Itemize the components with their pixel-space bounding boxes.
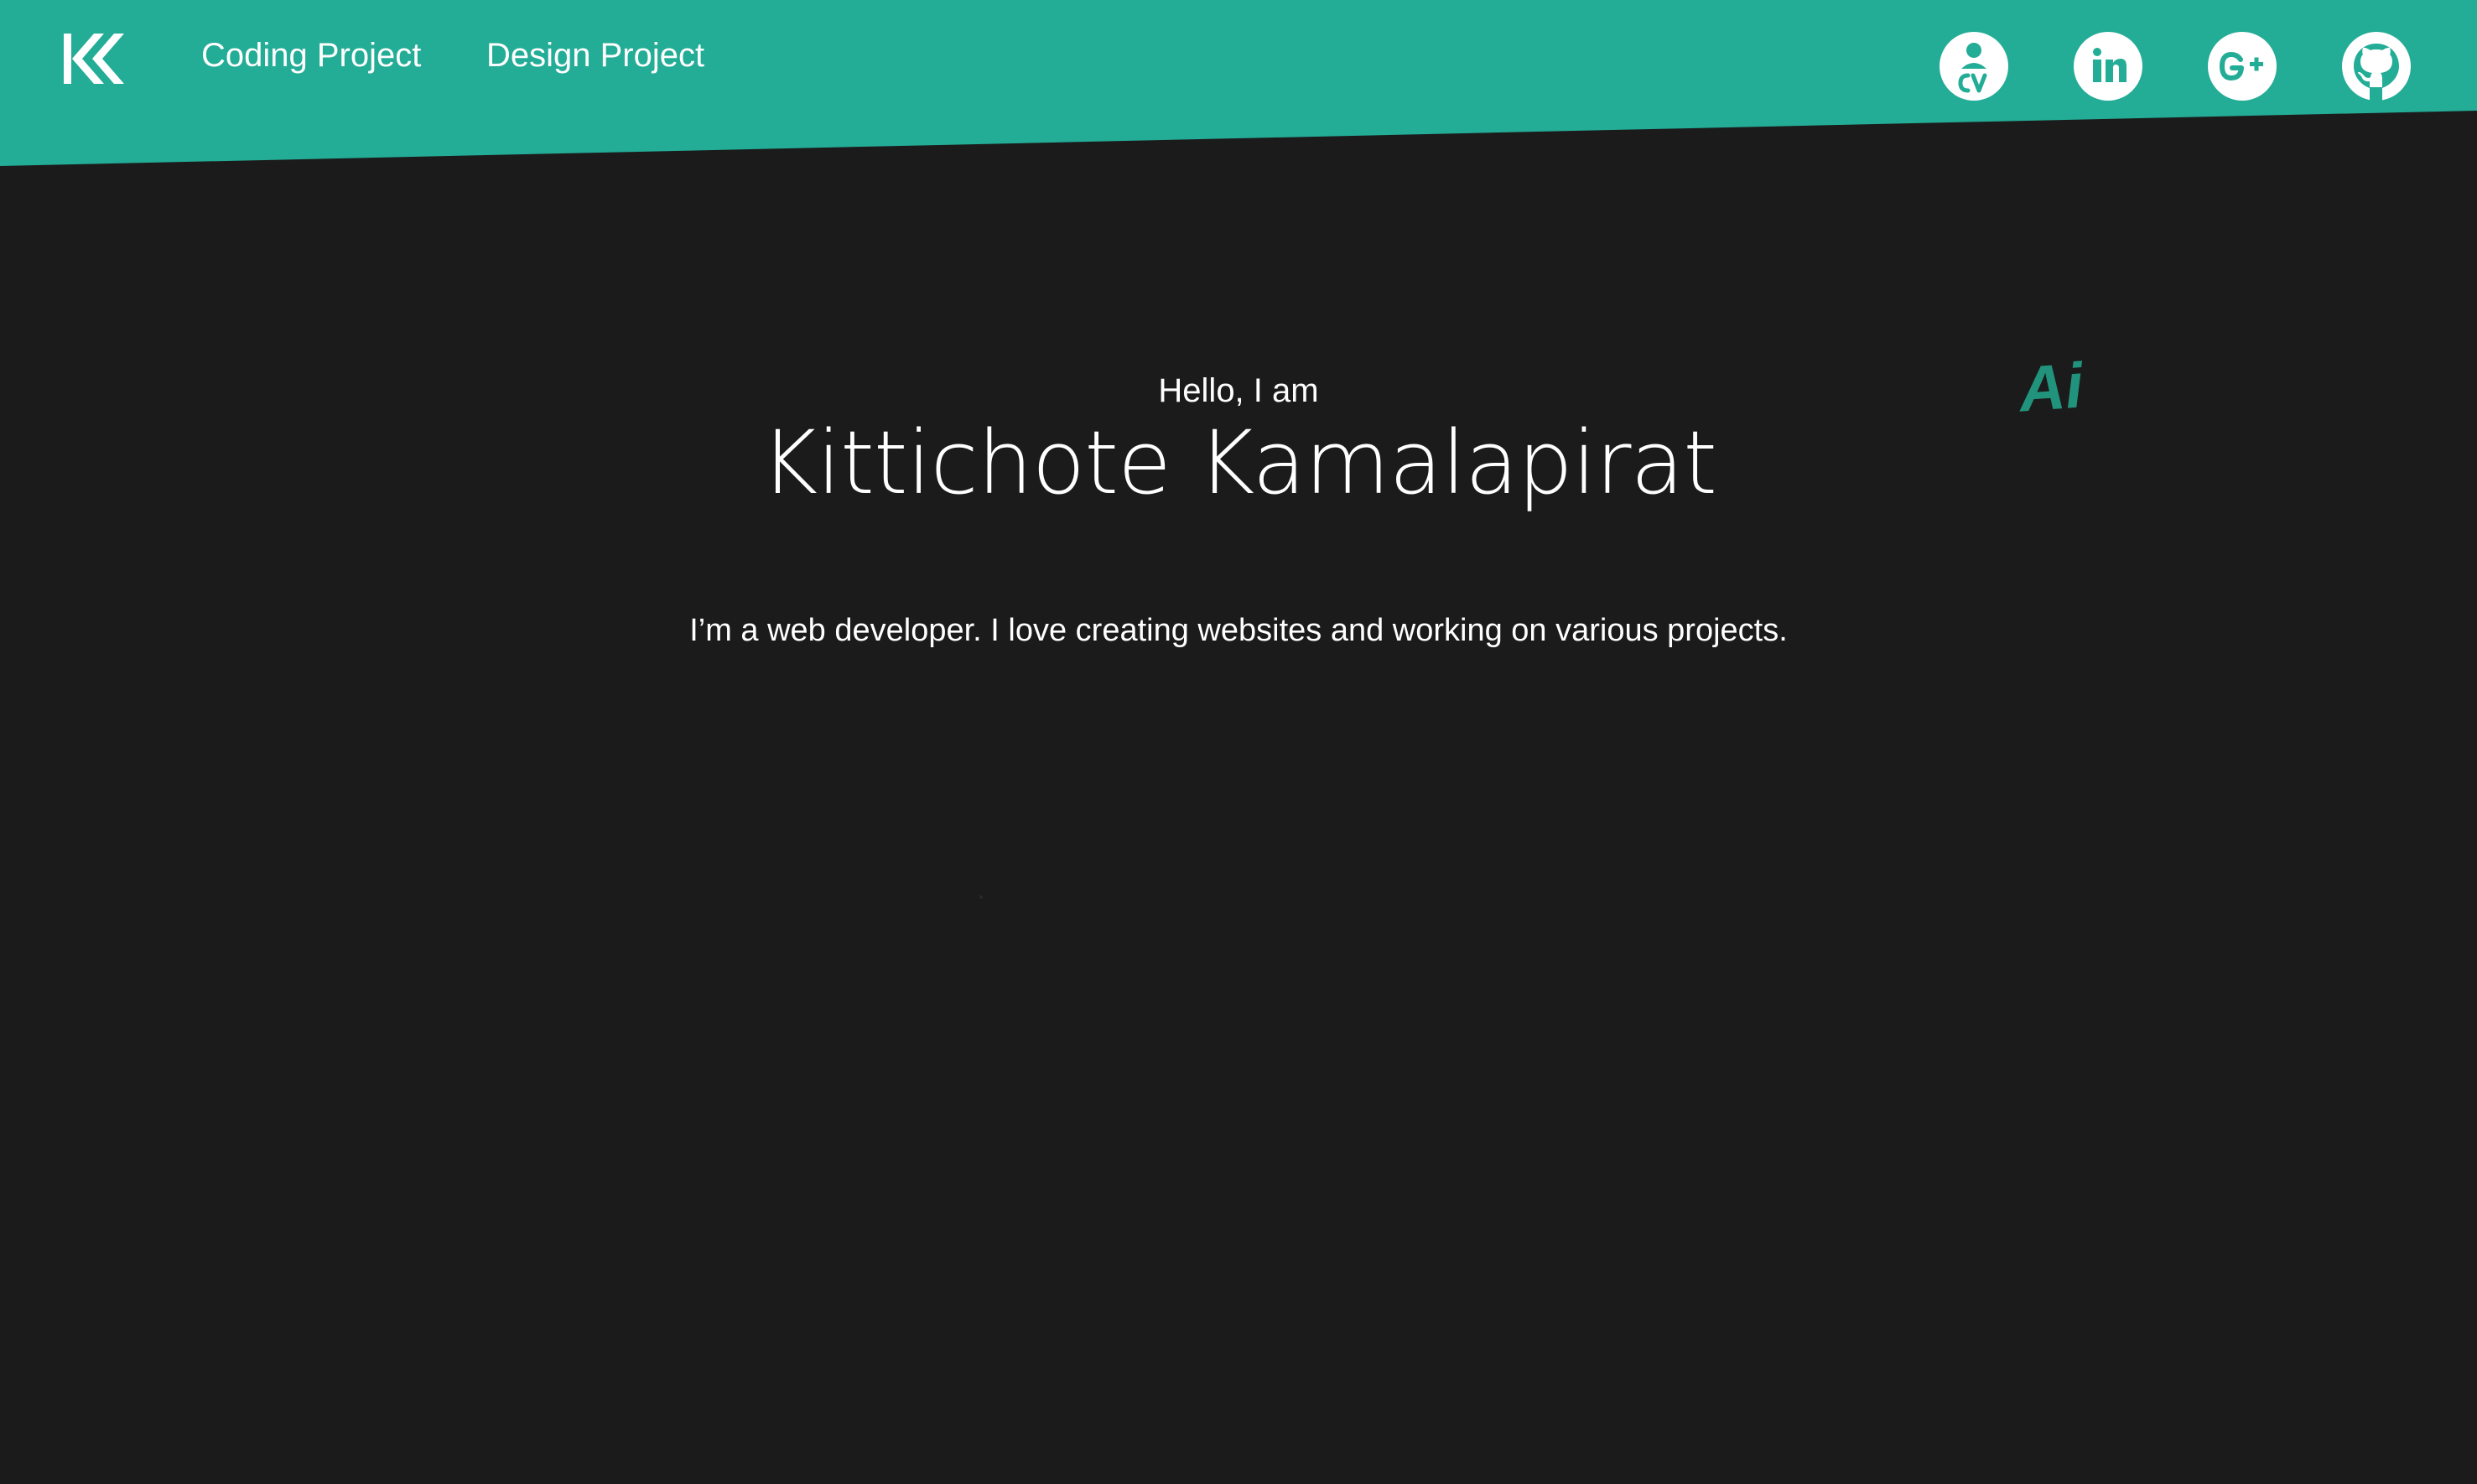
nav-design-project[interactable]: Design Project: [486, 32, 704, 79]
hero-greeting: Hello, I am: [1158, 372, 1319, 409]
top-nav: Coding Project Design Project: [0, 0, 2477, 109]
cv-link[interactable]: [1940, 32, 2008, 101]
cv-icon: [1958, 43, 1987, 93]
github-link[interactable]: [2342, 32, 2411, 101]
nav-coding-project[interactable]: Coding Project: [201, 32, 421, 79]
hero-tagline: I’m a web developer. I love creating web…: [689, 613, 1788, 648]
linkedin-link[interactable]: [2074, 32, 2142, 101]
linkedin-icon: [2093, 48, 2126, 82]
floating-ai-mark: Ai: [2017, 350, 2085, 426]
hero-name: Kittichote Kamalapirat: [760, 412, 1717, 514]
google-plus-link[interactable]: [2208, 32, 2277, 101]
github-icon: [2354, 44, 2399, 101]
google-plus-icon: [2220, 52, 2263, 80]
decorative-dot: [979, 895, 983, 899]
portfolio-page: Coding Project Design Project Hello, I a…: [0, 0, 2477, 1484]
kk-logo-icon[interactable]: [64, 30, 136, 87]
